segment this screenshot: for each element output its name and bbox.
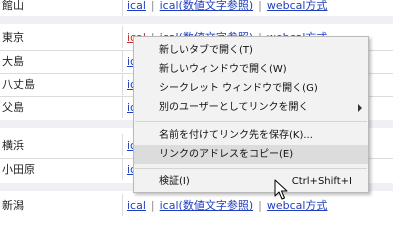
menu-item-copy-link-address[interactable]: リンクのアドレスをコピー(E) bbox=[134, 145, 368, 164]
webcal-link[interactable]: webcal方式 bbox=[267, 0, 328, 12]
section-separator bbox=[0, 16, 393, 24]
menu-item-open-as-other-user[interactable]: 別のユーザーとしてリンクを開く bbox=[134, 98, 368, 117]
submenu-arrow-icon bbox=[358, 104, 362, 112]
table-row: 新潟 ical | ical(数値文字参照) | webcal方式 bbox=[0, 194, 393, 216]
menu-item-open-incognito[interactable]: シークレット ウィンドウで開く(G) bbox=[134, 79, 368, 98]
menu-item-inspect[interactable]: 検証(I) Ctrl+Shift+I bbox=[134, 172, 368, 191]
city-name: 東京 bbox=[2, 31, 24, 44]
table-row: 館山 ical | ical(数値文字参照) | webcal方式 bbox=[0, 0, 393, 16]
link-group: ical|ical(数値文字参照)|webcal方式 bbox=[127, 199, 328, 212]
ical-link[interactable]: ical bbox=[127, 199, 146, 212]
link-group: ical|ical(数値文字参照)|webcal方式 bbox=[127, 0, 328, 12]
arrow-cursor-icon bbox=[274, 179, 288, 200]
city-name: 新潟 bbox=[2, 199, 24, 212]
city-name: 館山 bbox=[2, 0, 24, 12]
ical-link[interactable]: ical bbox=[127, 0, 146, 12]
menu-separator bbox=[135, 168, 367, 169]
city-name: 八丈島 bbox=[2, 78, 35, 91]
ical-numeric-link[interactable]: ical(数値文字参照) bbox=[160, 0, 253, 12]
context-menu: 新しいタブで開く(T) 新しいウィンドウで開く(W) シークレット ウィンドウで… bbox=[133, 36, 369, 193]
menu-item-open-new-tab[interactable]: 新しいタブで開く(T) bbox=[134, 41, 368, 60]
city-name: 父島 bbox=[2, 101, 24, 114]
city-name: 小田原 bbox=[2, 163, 35, 176]
ical-numeric-link[interactable]: ical(数値文字参照) bbox=[160, 199, 253, 212]
menu-separator bbox=[135, 121, 367, 122]
shortcut-label: Ctrl+Shift+I bbox=[291, 176, 352, 187]
city-name: 横浜 bbox=[2, 139, 24, 152]
menu-item-open-new-window[interactable]: 新しいウィンドウで開く(W) bbox=[134, 60, 368, 79]
menu-item-save-link-as[interactable]: 名前を付けてリンク先を保存(K)... bbox=[134, 126, 368, 145]
city-name: 大島 bbox=[2, 55, 24, 68]
